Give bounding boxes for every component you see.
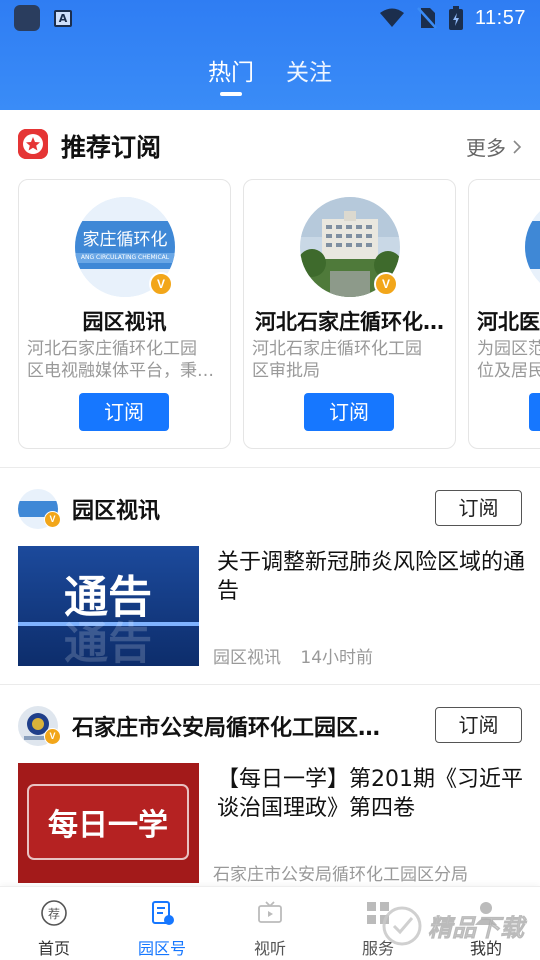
svg-text:荐: 荐 <box>48 907 60 921</box>
status-icons: 11:57 <box>379 4 526 32</box>
subscription-card[interactable]: 家庄循环化 ANG CIRCULATING CHEMICAL V 园区视讯 河北… <box>18 179 231 449</box>
recommended-title: 推荐订阅 <box>61 133 162 162</box>
channel-name[interactable]: 园区视讯 <box>72 493 402 525</box>
article-meta: 石家庄市公安局循环化工园区分局 <box>213 860 482 885</box>
top-tabs: 热门 关注 <box>0 56 540 96</box>
watermark-logo: 精品下载 <box>382 906 528 946</box>
tab-follow-label: 关注 <box>286 60 332 86</box>
active-tab-indicator <box>220 92 242 96</box>
verified-badge-icon: V <box>44 728 61 745</box>
status-bar: A 11:57 <box>0 0 540 36</box>
nav-channels[interactable]: 园区号 <box>108 887 216 960</box>
tab-hot-label: 热门 <box>208 60 254 86</box>
card-description: 河北石家庄循环化工园 区审批局 <box>252 338 447 386</box>
battery-charging-icon <box>448 6 463 30</box>
subscription-card[interactable]: V 河北石家庄循环化… 河北石家庄循环化工园 区审批局 订阅 <box>243 179 456 449</box>
app-screen: A 11:57 热门 关注 推荐订阅 更多 家庄循环化 ANG CIRCULAT… <box>0 0 540 960</box>
subscription-card[interactable]: 河北医 为园区范 位及居民 订阅 <box>468 179 540 449</box>
channel-doc-icon <box>152 901 174 925</box>
recommended-cards: 家庄循环化 ANG CIRCULATING CHEMICAL V 园区视讯 河北… <box>18 179 540 451</box>
nav-media[interactable]: 视听 <box>216 887 324 960</box>
subscribe-button[interactable]: 订阅 <box>435 490 522 526</box>
feed-channel-header: V 园区视讯 订阅 <box>0 484 540 534</box>
watermark-text: 精品下载 <box>428 914 528 942</box>
article-source: 园区视讯 <box>213 648 281 668</box>
article-thumbnail: 每日一学 <box>18 763 199 883</box>
channel-name[interactable]: 石家庄市公安局循环化工园区… <box>72 710 402 742</box>
recommend-icon: 荐 <box>41 900 67 926</box>
card-name: 河北医 <box>477 310 540 334</box>
article-title: 【每日一学】第201期《习近平谈治国理政》第四卷 <box>217 767 523 821</box>
section-divider <box>0 467 540 468</box>
recommended-header: 推荐订阅 更多 <box>0 118 540 170</box>
subscribe-button[interactable]: 订阅 <box>304 393 394 431</box>
card-desc-line: 河北石家庄循环化工园 <box>27 339 197 359</box>
app-notification-icon <box>14 5 40 31</box>
card-name: 园区视讯 <box>82 310 167 334</box>
nav-label: 视听 <box>253 939 286 958</box>
nav-home[interactable]: 荐 首页 <box>0 887 108 960</box>
article-item[interactable]: 每日一学 【每日一学】第201期《习近平谈治国理政》第四卷 石家庄市公安局循环化… <box>0 763 540 885</box>
card-avatar <box>525 197 540 297</box>
daily-study-image: 每日一学 <box>18 763 199 883</box>
card-desc-line: 区审批局 <box>252 361 320 381</box>
card-description: 河北石家庄循环化工园 区电视融媒体平台，秉… <box>27 338 222 386</box>
feed-channel-header: V 石家庄市公安局循环化工园区… 订阅 <box>0 701 540 751</box>
card-desc-line: 河北石家庄循环化工园 <box>252 339 422 359</box>
tab-hot[interactable]: 热门 <box>208 56 254 96</box>
card-desc-line: 位及居民 <box>477 361 540 381</box>
keyboard-a-icon: A <box>54 10 72 27</box>
more-label: 更多 <box>466 136 506 160</box>
verified-badge-icon: V <box>149 272 173 296</box>
wifi-icon <box>379 8 404 27</box>
clock-time: 11:57 <box>474 6 526 29</box>
section-divider <box>0 684 540 685</box>
no-sim-icon <box>416 7 437 29</box>
article-thumbnail: 通告 通告 <box>18 546 199 666</box>
notice-image: 通告 通告 <box>18 546 199 666</box>
nav-label: 园区号 <box>137 939 186 958</box>
card-desc-line: 区电视融媒体平台，秉… <box>27 361 214 381</box>
card-desc-line: 为园区范 <box>477 339 540 359</box>
thumb-text: 通告 <box>64 572 152 623</box>
nav-label: 首页 <box>37 939 70 958</box>
article-item[interactable]: 通告 通告 关于调整新冠肺炎风险区域的通告 园区视讯 14小时前 <box>0 546 540 668</box>
subscribe-button[interactable]: 订阅 <box>529 393 540 431</box>
svg-text:通告: 通告 <box>64 618 152 666</box>
avatar-subtext: ANG CIRCULATING CHEMICAL <box>81 254 170 261</box>
article-time: 14小时前 <box>300 648 374 668</box>
subscribe-button[interactable]: 订阅 <box>79 393 169 431</box>
card-description: 为园区范 位及居民 <box>477 338 540 386</box>
chevron-right-icon <box>513 139 522 154</box>
card-name: 河北石家庄循环化… <box>255 310 444 334</box>
star-badge-icon <box>18 129 48 159</box>
tab-follow[interactable]: 关注 <box>286 56 332 96</box>
header: A 11:57 热门 关注 <box>0 0 540 110</box>
article-source: 石家庄市公安局循环化工园区分局 <box>213 865 468 885</box>
article-meta: 园区视讯 14小时前 <box>213 643 387 668</box>
subscribe-button[interactable]: 订阅 <box>435 707 522 743</box>
article-title: 关于调整新冠肺炎风险区域的通告 <box>217 550 526 604</box>
verified-badge-icon: V <box>374 272 398 296</box>
more-link[interactable]: 更多 <box>466 132 522 161</box>
avatar-text: 家庄循环化 <box>83 230 168 250</box>
park-logo-image <box>525 197 540 297</box>
tv-icon <box>258 901 282 923</box>
verified-badge-icon: V <box>44 511 61 528</box>
thumb-text: 每日一学 <box>48 808 168 843</box>
